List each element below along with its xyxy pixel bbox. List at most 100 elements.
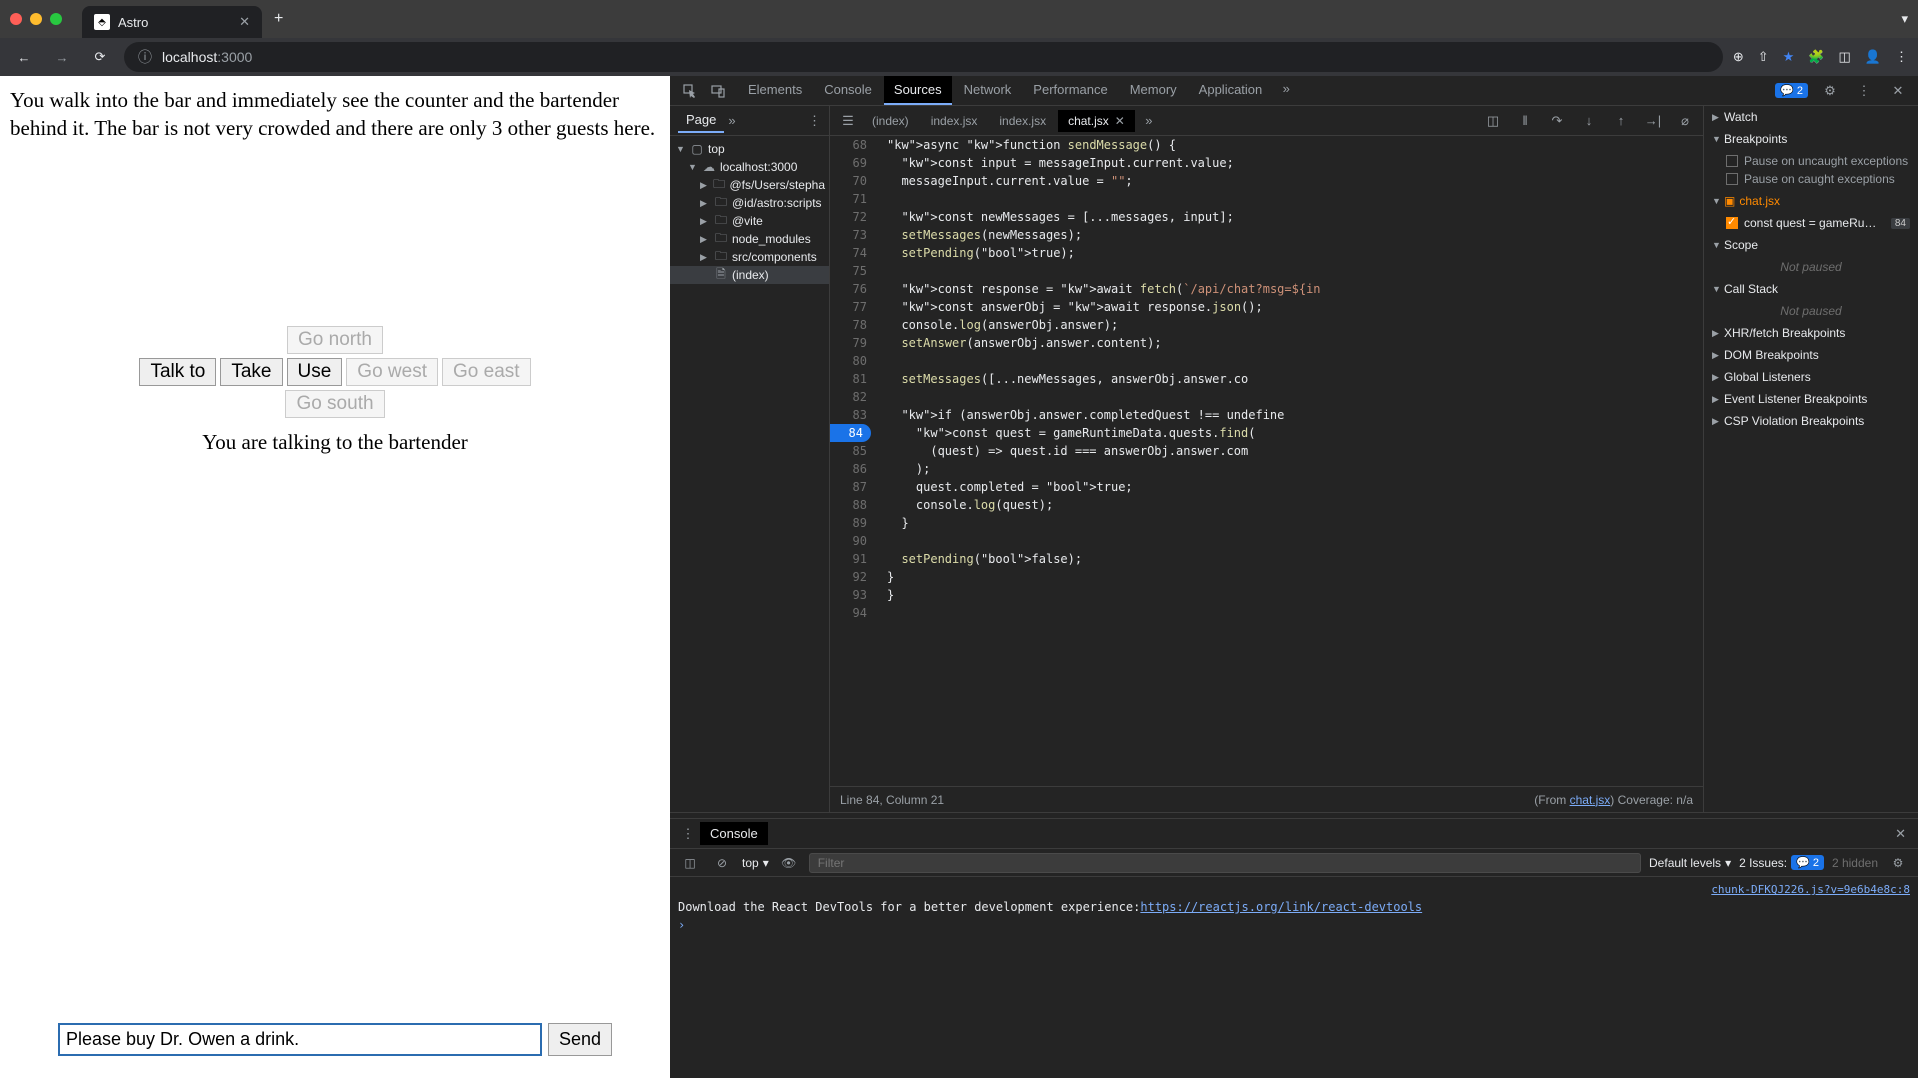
editor-tab[interactable]: (index) <box>862 110 919 132</box>
toggle-sidebar-icon[interactable]: ◫ <box>1481 109 1505 133</box>
narrative-text: You walk into the bar and immediately se… <box>0 76 670 153</box>
step-out-icon[interactable]: ↑ <box>1609 109 1633 133</box>
window-maximize-button[interactable] <box>50 13 62 25</box>
console-levels-select[interactable]: Default levels ▾ <box>1649 856 1731 870</box>
go-west-button[interactable]: Go west <box>346 358 438 386</box>
site-info-icon[interactable]: ⓘ <box>138 47 152 67</box>
window-minimize-button[interactable] <box>30 13 42 25</box>
tree-folder[interactable]: ▶🗀src/components <box>670 248 829 266</box>
tree-top[interactable]: ▼▢top <box>670 140 829 158</box>
navigator-more-icon[interactable]: » <box>728 113 735 128</box>
csp-breakpoints-section[interactable]: ▶CSP Violation Breakpoints <box>1704 410 1918 432</box>
console-clear-icon[interactable]: ⊘ <box>710 851 734 875</box>
breakpoint-file[interactable]: ▼▣ chat.jsx <box>1704 190 1918 212</box>
dom-breakpoints-section[interactable]: ▶DOM Breakpoints <box>1704 344 1918 366</box>
step-icon[interactable]: →| <box>1641 109 1665 133</box>
performance-tab[interactable]: Performance <box>1023 76 1117 105</box>
xhr-breakpoints-section[interactable]: ▶XHR/fetch Breakpoints <box>1704 322 1918 344</box>
extensions-icon[interactable]: 🧩 <box>1808 49 1824 65</box>
global-listeners-section[interactable]: ▶Global Listeners <box>1704 366 1918 388</box>
game-controls: Go north Talk to Take Use Go west Go eas… <box>0 326 670 455</box>
console-context-select[interactable]: top ▾ <box>742 856 769 870</box>
chevron-down-icon: ▾ <box>763 856 769 870</box>
console-menu-icon[interactable]: ⋮ <box>676 822 700 846</box>
chat-input[interactable] <box>58 1023 542 1056</box>
scope-section[interactable]: ▼Scope <box>1704 234 1918 256</box>
application-tab[interactable]: Application <box>1189 76 1273 105</box>
editor-more-tabs-icon[interactable]: » <box>1137 109 1161 133</box>
share-icon[interactable]: ⇧ <box>1758 49 1769 65</box>
menu-icon[interactable]: ⋮ <box>1895 49 1908 65</box>
tree-folder[interactable]: ▶🗀@fs/Users/stepha <box>670 176 829 194</box>
network-tab[interactable]: Network <box>954 76 1022 105</box>
devtools-menu-icon[interactable]: ⋮ <box>1852 79 1876 103</box>
console-prompt[interactable]: › <box>678 916 1910 934</box>
callstack-section[interactable]: ▼Call Stack <box>1704 278 1918 300</box>
editor-tab[interactable]: index.jsx <box>989 110 1056 132</box>
sidepanel-icon[interactable]: ◫ <box>1839 49 1851 65</box>
use-button[interactable]: Use <box>287 358 343 386</box>
breakpoints-section[interactable]: ▼Breakpoints <box>1704 128 1918 150</box>
console-issues-label[interactable]: 2 Issues:💬 2 <box>1739 855 1824 870</box>
inspect-element-icon[interactable] <box>678 79 702 103</box>
profile-icon[interactable]: 👤 <box>1865 49 1881 65</box>
editor-tab[interactable]: index.jsx <box>921 110 988 132</box>
settings-gear-icon[interactable]: ⚙ <box>1818 79 1842 103</box>
send-button[interactable]: Send <box>548 1023 612 1056</box>
reload-button[interactable]: ⟳ <box>86 43 114 71</box>
message-source-link[interactable]: chunk-DFKQJ226.js?v=9e6b4e8c:8 <box>1711 883 1910 896</box>
event-listener-breakpoints-section[interactable]: ▶Event Listener Breakpoints <box>1704 388 1918 410</box>
console-tab[interactable]: Console <box>814 76 882 105</box>
devtools-close-icon[interactable]: ✕ <box>1886 79 1910 103</box>
console-settings-icon[interactable]: ⚙ <box>1886 851 1910 875</box>
bookmark-star-icon[interactable]: ★ <box>1783 49 1795 65</box>
elements-tab[interactable]: Elements <box>738 76 812 105</box>
pause-uncaught-checkbox[interactable]: Pause on uncaught exceptions <box>1726 152 1910 170</box>
zoom-icon[interactable]: ⊕ <box>1733 49 1744 65</box>
tree-host[interactable]: ▼☁localhost:3000 <box>670 158 829 176</box>
go-east-button[interactable]: Go east <box>442 358 531 386</box>
go-north-button[interactable]: Go north <box>287 326 383 354</box>
page-navigator-tab[interactable]: Page <box>678 108 724 133</box>
step-over-icon[interactable]: ↷ <box>1545 109 1569 133</box>
navigator-menu-icon[interactable]: ⋮ <box>808 113 821 129</box>
more-tabs-icon[interactable]: » <box>1274 76 1298 100</box>
step-into-icon[interactable]: ↓ <box>1577 109 1601 133</box>
back-button[interactable]: ← <box>10 43 38 71</box>
tree-folder[interactable]: ▶🗀@vite <box>670 212 829 230</box>
take-button[interactable]: Take <box>220 358 282 386</box>
console-drawer-tab[interactable]: Console <box>700 822 768 845</box>
code-area[interactable]: 6869707172737475767778798081828384858687… <box>830 136 1703 786</box>
breakpoint-entry[interactable]: const quest = gameRu… <box>1726 214 1876 232</box>
coverage-status: (From chat.jsx) Coverage: n/a <box>1534 793 1693 807</box>
console-filter-input[interactable] <box>809 853 1641 873</box>
go-south-button[interactable]: Go south <box>285 390 384 418</box>
pause-caught-checkbox[interactable]: Pause on caught exceptions <box>1726 170 1910 188</box>
forward-button[interactable]: → <box>48 43 76 71</box>
tree-folder[interactable]: ▶🗀node_modules <box>670 230 829 248</box>
window-dropdown-icon[interactable]: ▾ <box>1901 11 1908 27</box>
editor-tab-active[interactable]: chat.jsx✕ <box>1058 110 1135 132</box>
editor-tab-close-icon[interactable]: ✕ <box>1115 114 1125 128</box>
tab-close-button[interactable]: ✕ <box>239 14 250 30</box>
console-drawer-close-icon[interactable]: ✕ <box>1889 826 1912 842</box>
console-sidebar-toggle-icon[interactable]: ◫ <box>678 851 702 875</box>
sources-tab[interactable]: Sources <box>884 76 952 105</box>
deactivate-breakpoints-icon[interactable]: ⌀ <box>1673 109 1697 133</box>
watch-section[interactable]: ▶Watch <box>1704 106 1918 128</box>
url-bar[interactable]: ⓘ localhost:3000 <box>124 42 1723 72</box>
editor-history-icon[interactable]: ☰ <box>836 109 860 133</box>
console-hidden-count[interactable]: 2 hidden <box>1832 856 1878 870</box>
browser-tab[interactable]: ⬘ Astro ✕ <box>82 6 262 38</box>
tree-file-index[interactable]: 🗎(index) <box>670 266 829 284</box>
memory-tab[interactable]: Memory <box>1120 76 1187 105</box>
new-tab-button[interactable]: + <box>274 10 283 28</box>
issues-badge[interactable]: 💬 2 <box>1775 83 1808 98</box>
tree-folder[interactable]: ▶🗀@id/astro:scripts <box>670 194 829 212</box>
react-devtools-link[interactable]: https://reactjs.org/link/react-devtools <box>1140 900 1422 914</box>
window-close-button[interactable] <box>10 13 22 25</box>
device-toolbar-icon[interactable] <box>706 79 730 103</box>
pause-script-icon[interactable]: ‖ <box>1513 109 1537 133</box>
console-live-expr-icon[interactable]: 👁 <box>777 851 801 875</box>
talk-to-button[interactable]: Talk to <box>139 358 216 386</box>
